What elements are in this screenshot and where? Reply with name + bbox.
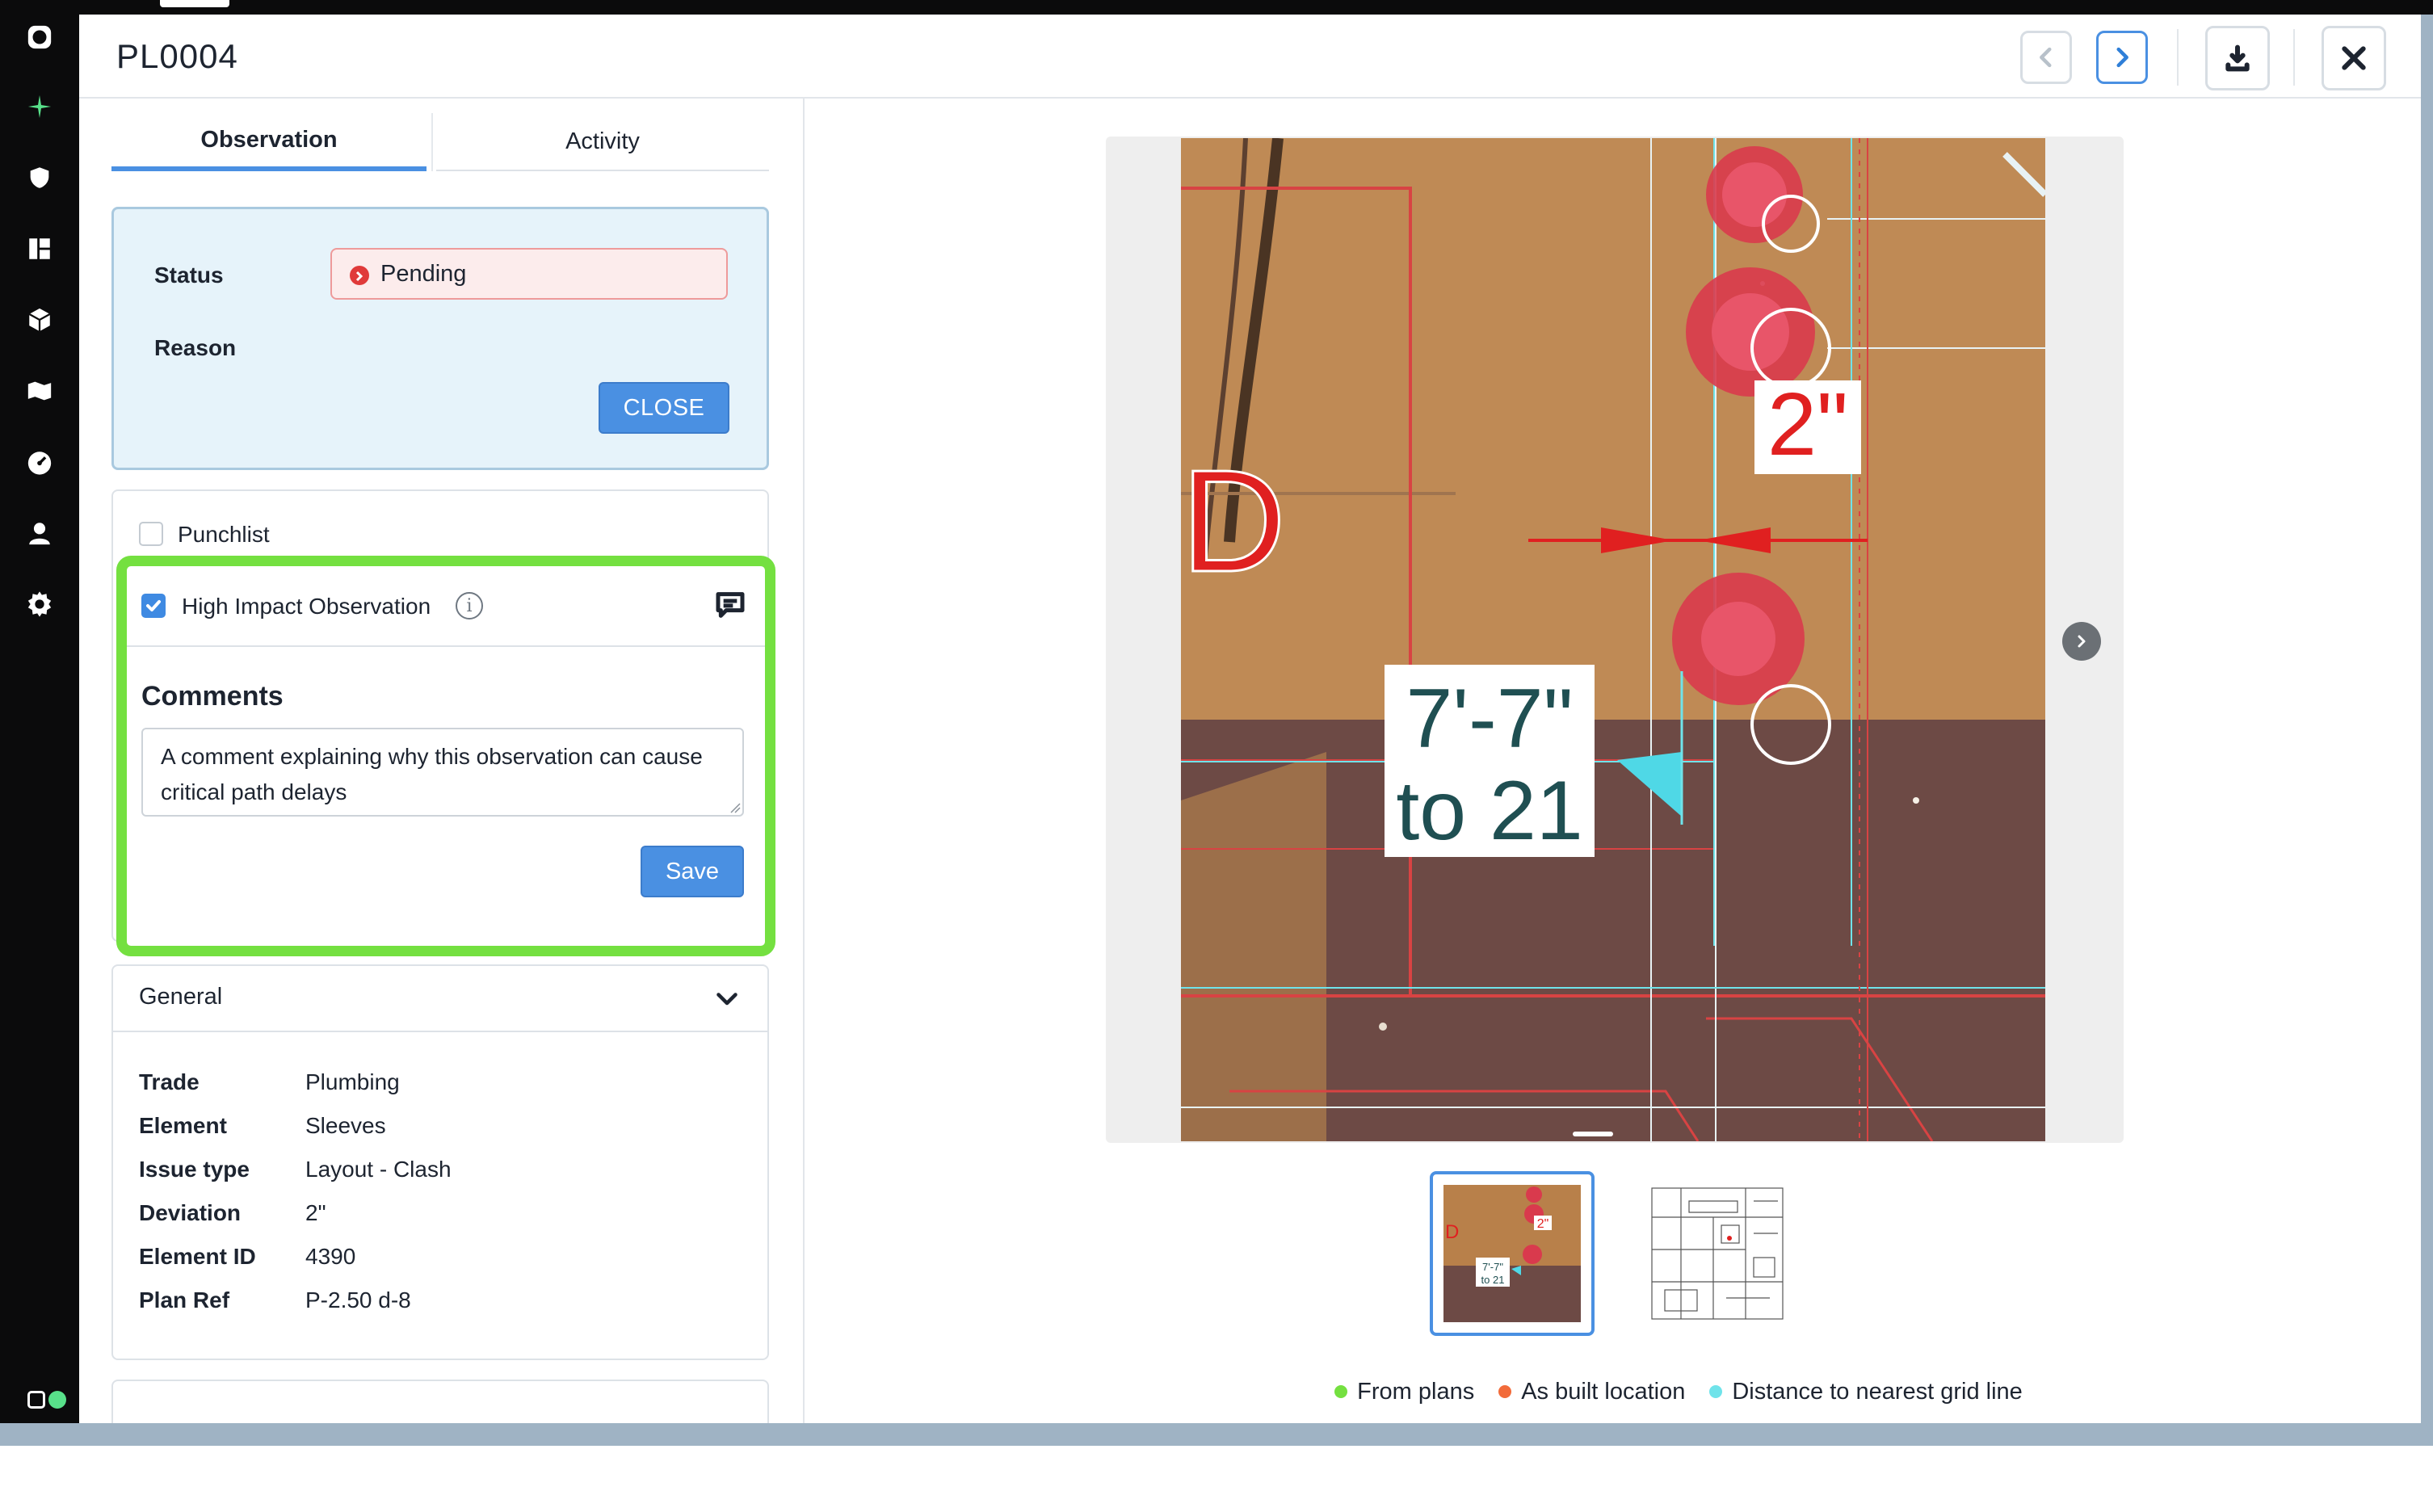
- as-built-photo[interactable]: 2" 7'-7" to 21 D: [1181, 138, 2045, 1141]
- field-key: Trade: [139, 1069, 200, 1094]
- legend-item: As built location: [1498, 1379, 1685, 1405]
- page-title: PL0004: [116, 37, 238, 75]
- thumbnail-photo[interactable]: 2" 7'-7" to 21 D: [1430, 1171, 1595, 1336]
- online-dot-icon: [48, 1391, 66, 1409]
- deviation-annotation: 2": [1767, 375, 1848, 474]
- comment-textarea[interactable]: A comment explaining why this observatio…: [141, 728, 744, 817]
- field-key: Element ID: [139, 1244, 256, 1269]
- header-divider: [2293, 29, 2295, 86]
- resize-grip-icon[interactable]: [728, 800, 741, 813]
- close-modal-button[interactable]: [2322, 26, 2386, 90]
- comments-heading: Comments: [141, 681, 284, 712]
- thumb-label-line1: 7'-7": [1482, 1261, 1503, 1273]
- status-square-icon: [27, 1391, 45, 1409]
- chevron-right-icon: [2078, 635, 2086, 648]
- left-rail: [0, 0, 79, 1446]
- cyan-dot-icon: [1709, 1385, 1723, 1398]
- field-value: Layout - Clash: [305, 1157, 452, 1182]
- general-title: General: [139, 984, 223, 1010]
- general-section: General Trade Plumbing Element Sleeves I…: [111, 964, 769, 1360]
- legend-label: As built location: [1521, 1378, 1686, 1405]
- dashboard-icon[interactable]: [23, 446, 56, 478]
- legend-item: Distance to nearest grid line: [1709, 1378, 2023, 1405]
- legend: From plans As built location Distance to…: [1275, 1371, 2082, 1412]
- distance-annotation-line2: to 21: [1396, 764, 1582, 858]
- map-icon[interactable]: [23, 375, 56, 407]
- field-value: P-2.50 d-8: [305, 1287, 411, 1312]
- field-value: 2": [305, 1200, 326, 1225]
- sparkle-icon[interactable]: [23, 90, 56, 123]
- collapsed-section: [111, 1380, 769, 1423]
- previous-button[interactable]: [2020, 31, 2072, 84]
- header-divider: [2177, 29, 2179, 86]
- punchlist-label: Punchlist: [178, 522, 270, 547]
- field-value: Sleeves: [305, 1113, 386, 1138]
- site-photo-image: 2" 7'-7" to 21 D: [1181, 138, 2045, 1141]
- thumb-grid-letter: D: [1445, 1221, 1459, 1243]
- comment-text: A comment explaining why this observatio…: [161, 744, 703, 804]
- field-key: Plan Ref: [139, 1287, 230, 1312]
- distance-annotation-line1: 7'-7": [1406, 672, 1573, 766]
- general-header[interactable]: General: [113, 966, 767, 1032]
- reason-label: Reason: [154, 335, 237, 360]
- field-key: Issue type: [139, 1157, 250, 1182]
- settings-icon[interactable]: [23, 588, 56, 620]
- chevron-left-icon: [2040, 47, 2052, 68]
- window-frame-bottom: [0, 1423, 2433, 1446]
- status-badge[interactable]: Pending: [330, 248, 728, 300]
- shield-icon[interactable]: [23, 162, 56, 194]
- layout-icon[interactable]: [23, 233, 56, 265]
- status-card: Status Pending Reason CLOSE: [111, 207, 769, 470]
- close-icon: [2342, 46, 2366, 70]
- next-button[interactable]: [2096, 31, 2148, 84]
- tab-observation[interactable]: Observation: [111, 113, 427, 171]
- chevron-right-icon: [2116, 47, 2128, 68]
- field-value: 4390: [305, 1244, 356, 1269]
- modal-header: PL0004: [79, 15, 2421, 99]
- thumb-label-line2: to 21: [1481, 1274, 1505, 1286]
- high-impact-checkbox[interactable]: [141, 594, 166, 618]
- status-arrow-icon: [350, 266, 369, 285]
- field-key: Element: [139, 1113, 227, 1138]
- desktop-background: [0, 1446, 2433, 1512]
- field-value: Plumbing: [305, 1069, 400, 1094]
- high-impact-label: High Impact Observation: [182, 594, 431, 619]
- thumbnail-plan[interactable]: [1635, 1171, 1800, 1336]
- status-value: Pending: [380, 260, 467, 287]
- section-divider: [127, 645, 765, 647]
- observation-modal: PL0004 Observation Activity Status Pendi…: [79, 15, 2421, 1423]
- close-observation-button[interactable]: CLOSE: [599, 382, 729, 434]
- window-frame: [2421, 15, 2433, 1446]
- plan-thumbnail-image: [1649, 1185, 1786, 1322]
- comment-icon[interactable]: [714, 589, 746, 621]
- tab-bar: Observation Activity: [111, 113, 769, 171]
- orange-dot-icon: [1498, 1385, 1512, 1398]
- status-label: Status: [154, 262, 224, 288]
- top-bar: [0, 0, 2433, 15]
- thumb-deviation-text: 2": [1537, 1217, 1549, 1231]
- photo-thumbnail-image: 2" 7'-7" to 21 D: [1443, 1185, 1581, 1322]
- user-icon[interactable]: [23, 517, 56, 549]
- punchlist-checkbox[interactable]: [139, 522, 163, 546]
- tab-divider: [431, 113, 433, 171]
- field-key: Deviation: [139, 1200, 242, 1225]
- tab-activity[interactable]: Activity: [436, 113, 769, 171]
- save-comment-button[interactable]: Save: [641, 846, 744, 897]
- download-button[interactable]: [2205, 26, 2270, 90]
- legend-label: Distance to nearest grid line: [1732, 1378, 2023, 1405]
- active-window-indicator: [160, 0, 229, 7]
- grid-letter-annotation: D: [1181, 440, 1286, 603]
- details-panel: Observation Activity Status Pending Reas…: [79, 99, 805, 1423]
- high-impact-section: High Impact Observation i Comments A com…: [116, 556, 775, 956]
- chevron-down-icon[interactable]: [712, 984, 742, 1013]
- info-icon[interactable]: i: [456, 592, 483, 620]
- download-icon: [2225, 44, 2250, 72]
- logo-icon[interactable]: [23, 21, 56, 53]
- green-dot-icon: [1334, 1385, 1348, 1398]
- checkmark-icon: [146, 600, 161, 611]
- cube-icon[interactable]: [23, 304, 56, 336]
- image-next-button[interactable]: [2062, 622, 2101, 661]
- legend-label: From plans: [1357, 1378, 1475, 1405]
- legend-item: From plans: [1334, 1379, 1474, 1405]
